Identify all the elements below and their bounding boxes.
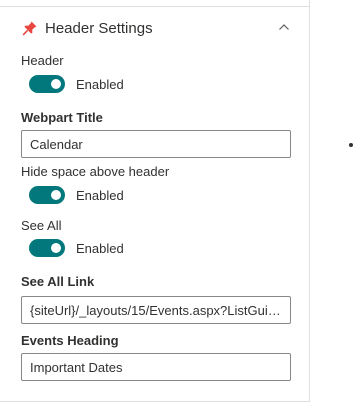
toggle-knob: [51, 243, 61, 253]
hide-space-toggle[interactable]: [29, 186, 65, 204]
webpart-title-value: Calendar: [30, 136, 83, 152]
section-title: Header Settings: [45, 19, 153, 37]
divider: [0, 6, 309, 7]
header-toggle-state: Enabled: [76, 77, 124, 92]
events-heading-value: Important Dates: [30, 359, 123, 375]
chevron-up-icon[interactable]: [276, 19, 292, 35]
hide-space-toggle-state: Enabled: [76, 188, 124, 203]
webpart-title-input[interactable]: Calendar: [21, 130, 291, 158]
section-header-header-settings[interactable]: Header Settings: [21, 16, 296, 40]
webpart-title-label: Webpart Title: [21, 110, 103, 125]
events-heading-label: Events Heading: [21, 333, 119, 348]
toggle-knob: [51, 190, 61, 200]
bullet-dot: [349, 143, 353, 147]
hide-space-label: Hide space above header: [21, 164, 170, 179]
pin-icon: [21, 19, 39, 37]
header-toggle[interactable]: [29, 75, 65, 93]
see-all-link-input[interactable]: {siteUrl}/_layouts/15/Events.aspx?ListGu…: [21, 296, 291, 324]
see-all-toggle[interactable]: [29, 239, 65, 257]
header-label: Header: [21, 53, 64, 68]
see-all-toggle-state: Enabled: [76, 241, 124, 256]
property-pane: Header Settings Header Enabled Webpart T…: [0, 0, 310, 402]
see-all-link-label: See All Link: [21, 274, 95, 289]
toggle-knob: [51, 79, 61, 89]
see-all-link-value: {siteUrl}/_layouts/15/Events.aspx?ListGu…: [30, 302, 282, 318]
see-all-label: See All: [21, 218, 62, 233]
events-heading-input[interactable]: Important Dates: [21, 353, 291, 381]
